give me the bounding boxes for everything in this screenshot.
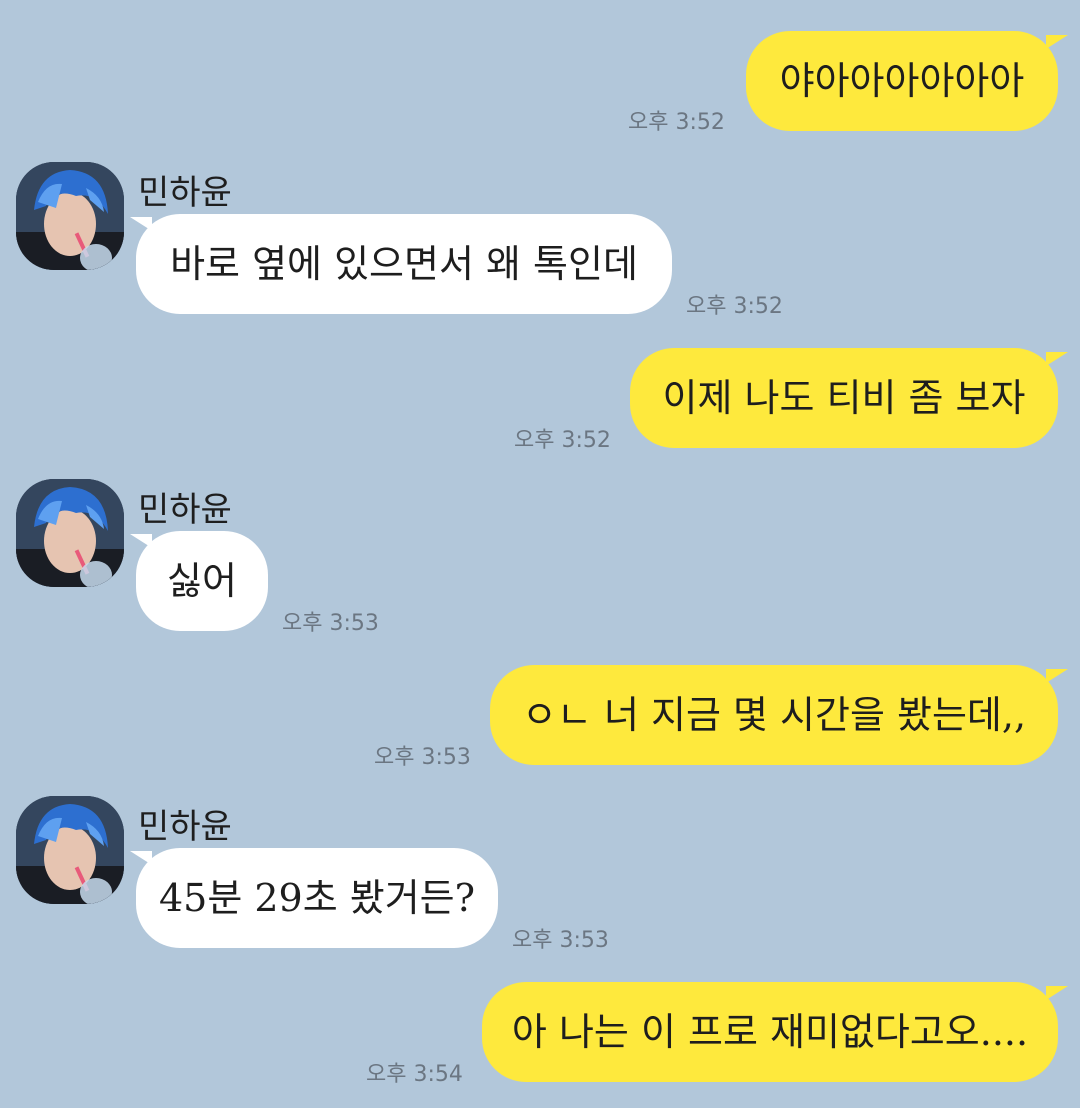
avatar-icon	[16, 162, 124, 270]
avatar[interactable]	[16, 479, 124, 587]
avatar[interactable]	[16, 162, 124, 270]
avatar[interactable]	[16, 796, 124, 904]
message-bubble-sent[interactable]: 아 나는 이 프로 재미없다고오....	[482, 982, 1058, 1082]
message-bubble-received[interactable]: 싫어	[136, 531, 268, 631]
message-bubble-sent[interactable]: 이제 나도 티비 좀 보자	[630, 348, 1058, 448]
avatar-icon	[16, 479, 124, 587]
chat-room[interactable]: 오후 3:52 야아아아아아아 민하윤 바로 옆에 있으면서 왜 톡인데 오후 …	[0, 0, 1080, 1108]
message-timestamp: 오후 3:52	[514, 428, 611, 453]
sender-name: 민하윤	[138, 490, 232, 530]
message-timestamp: 오후 3:53	[282, 611, 379, 636]
message-bubble-sent[interactable]: 야아아아아아아	[746, 31, 1058, 131]
avatar-icon	[16, 796, 124, 904]
message-bubble-received[interactable]: 바로 옆에 있으면서 왜 톡인데	[136, 214, 672, 314]
bubble-tail	[1046, 352, 1068, 366]
message-timestamp: 오후 3:52	[628, 110, 725, 135]
message-timestamp: 오후 3:53	[374, 745, 471, 770]
message-bubble-received[interactable]: 45분 29초 봤거든?	[136, 848, 498, 948]
message-timestamp: 오후 3:52	[686, 294, 783, 319]
message-timestamp: 오후 3:54	[366, 1062, 463, 1087]
bubble-tail	[1046, 986, 1068, 1000]
bubble-tail	[1046, 35, 1068, 49]
message-timestamp: 오후 3:53	[512, 928, 609, 953]
message-bubble-sent[interactable]: ㅇㄴ 너 지금 몇 시간을 봤는데,,	[490, 665, 1058, 765]
sender-name: 민하윤	[138, 173, 232, 213]
sender-name: 민하윤	[138, 807, 232, 847]
bubble-tail	[1046, 669, 1068, 683]
